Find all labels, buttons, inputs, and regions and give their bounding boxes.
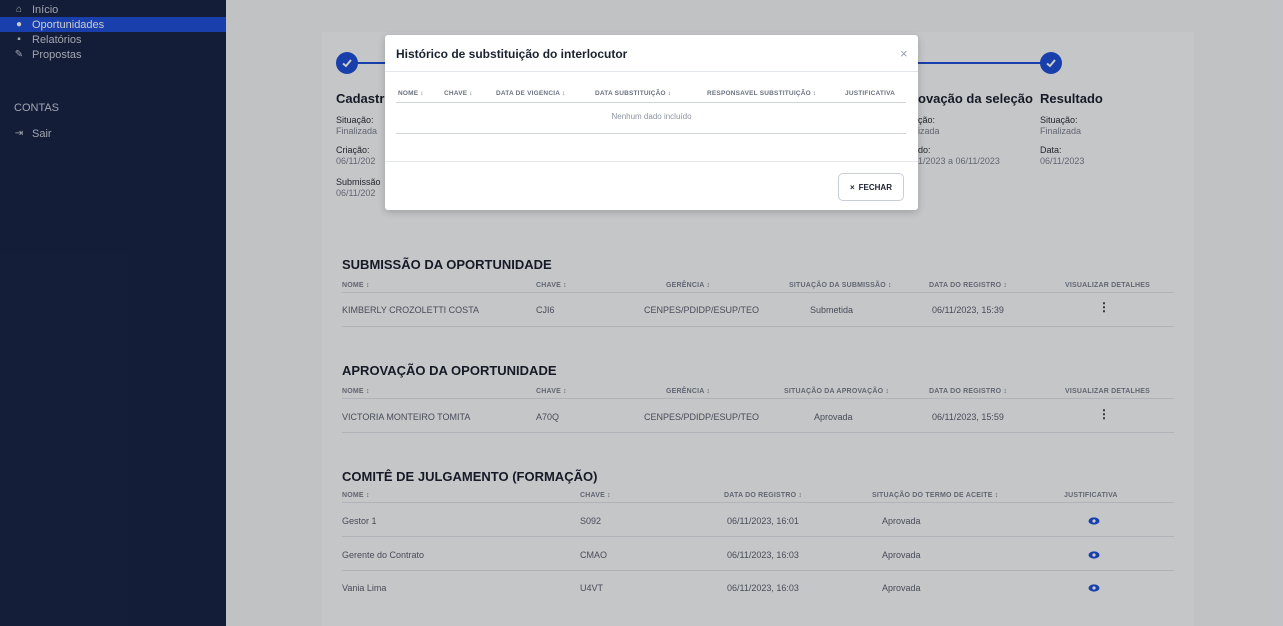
- table-header[interactable]: RESPONSAVEL SUBSTITUIÇÃO ↕: [707, 90, 816, 97]
- close-icon[interactable]: ×: [900, 46, 908, 61]
- fechar-label: FECHAR: [858, 182, 892, 192]
- modal-divider: [385, 71, 918, 72]
- table-header[interactable]: CHAVE ↕: [444, 90, 473, 97]
- fechar-button[interactable]: × FECHAR: [838, 173, 904, 201]
- empty-message: Nenhum dado incluído: [611, 112, 692, 121]
- close-icon: ×: [849, 182, 855, 192]
- history-modal: Histórico de substituição do interlocuto…: [385, 35, 918, 210]
- table-header: JUSTIFICATIVA: [845, 90, 896, 97]
- modal-footer-divider: [385, 161, 918, 162]
- table-header-divider: [396, 102, 906, 103]
- table-header[interactable]: DATA SUBSTITUIÇÃO ↕: [595, 90, 671, 97]
- table-bottom-divider: [396, 133, 906, 134]
- table-header[interactable]: NOME ↕: [398, 90, 424, 97]
- table-header[interactable]: DATA DE VIGENCIA ↕: [496, 90, 565, 97]
- modal-title: Histórico de substituição do interlocuto…: [396, 47, 628, 61]
